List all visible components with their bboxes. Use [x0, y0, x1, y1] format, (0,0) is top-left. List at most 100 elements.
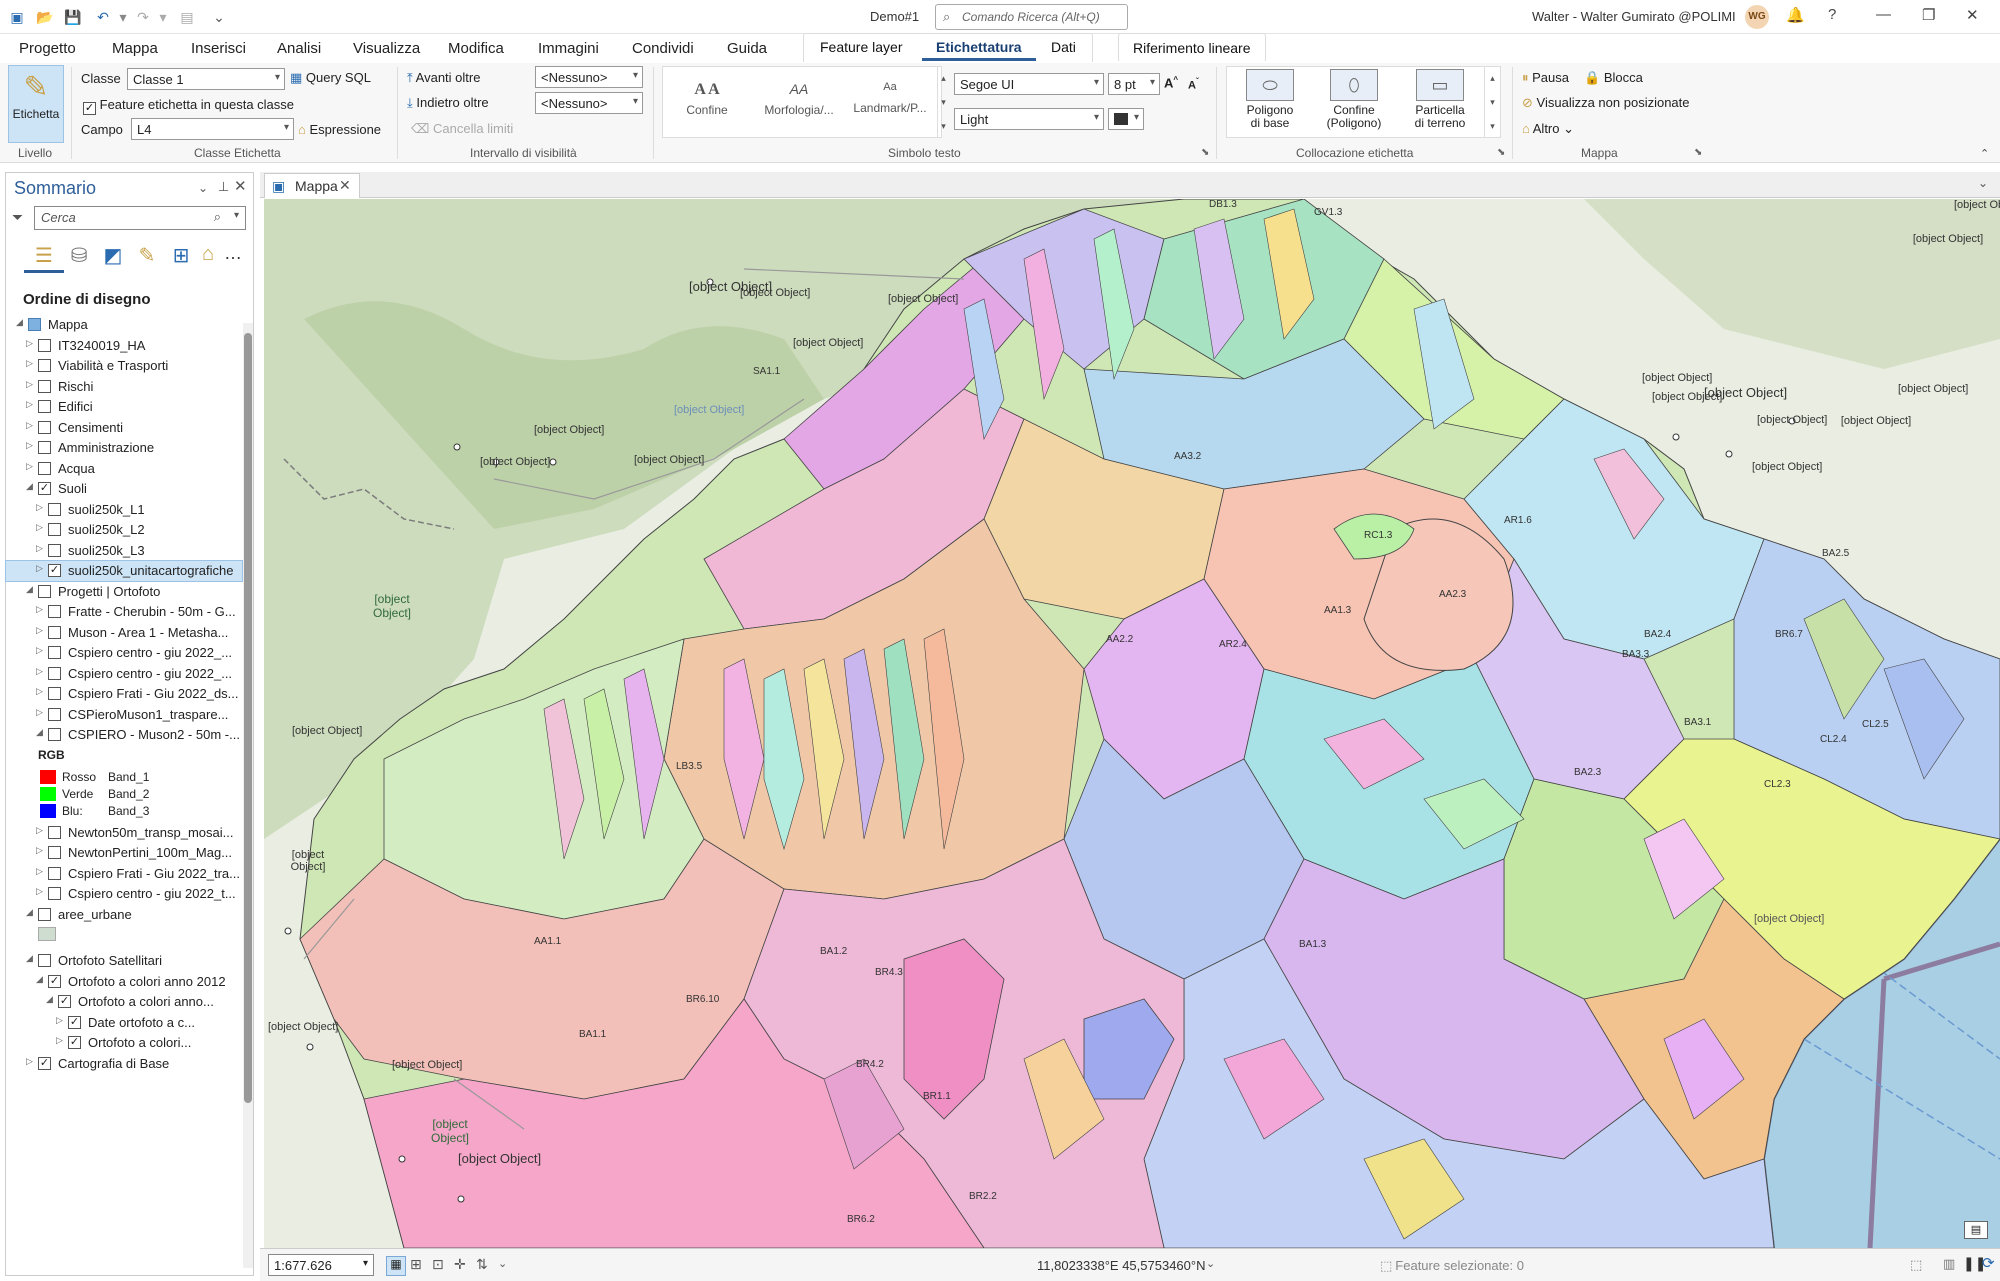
toc-layer-row[interactable]: ▷ ✓ Cartografia di Base — [6, 1054, 242, 1074]
customize-toolbar-icon[interactable]: ⌄ — [210, 8, 228, 26]
list-by-labeling-icon[interactable]: ⌂ — [200, 243, 216, 266]
command-search-input[interactable]: ⌕ Comando Ricerca (Alt+Q) — [935, 4, 1128, 30]
fixed-scale-icon[interactable]: ▦ — [386, 1256, 406, 1276]
style-landmark[interactable]: Aa Landmark/P... — [852, 81, 928, 115]
placement-particella-terreno[interactable]: ▭ Particella di terreno — [1402, 69, 1478, 130]
toc-layer-row[interactable]: ▷ suoli250k_L2 — [6, 520, 242, 540]
toc-layer-row[interactable]: ▷ CSPieroMuson1_traspare... — [6, 705, 242, 725]
toc-layer-row[interactable]: ▷ Rischi — [6, 377, 242, 397]
layer-visibility-checkbox[interactable]: ✓ — [48, 974, 61, 988]
toc-layer-row[interactable]: ◢ ✓ Ortofoto a colori anno 2012 — [6, 972, 242, 992]
toc-layer-row[interactable]: ▷ Cspiero centro - giu 2022_... — [6, 643, 242, 663]
undo-icon[interactable]: ↶ — [94, 8, 112, 26]
indietro-oltre-button[interactable]: ⤓ Indietro oltre — [407, 95, 489, 111]
menu-mappa[interactable]: Mappa — [112, 40, 158, 57]
toc-layer-row[interactable]: ▷ ✓ Ortofoto a colori... — [6, 1033, 242, 1053]
coordinate-format-icon[interactable]: ⌄ — [1206, 1257, 1215, 1270]
collapse-icon[interactable]: ◢ — [46, 994, 53, 1005]
menu-condividi[interactable]: Condividi — [632, 40, 694, 57]
expand-icon[interactable]: ▷ — [26, 358, 33, 369]
layer-visibility-checkbox[interactable] — [48, 707, 61, 721]
query-sql-button[interactable]: ▦ Query SQL — [290, 70, 371, 86]
toc-layer-row[interactable]: ◢ CSPIERO - Muson2 - 50m -... — [6, 725, 242, 745]
grow-font-icon[interactable]: A^ — [1164, 75, 1178, 90]
collapse-icon[interactable]: ◢ — [26, 481, 33, 492]
toc-layer-row[interactable]: ▷ IT3240019_HA — [6, 336, 242, 356]
layer-visibility-checkbox[interactable] — [48, 502, 61, 516]
layer-visibility-checkbox[interactable] — [48, 866, 61, 880]
etichetta-button[interactable]: ✎ Etichetta — [8, 65, 64, 143]
expand-icon[interactable]: ▷ — [36, 645, 43, 656]
expand-icon[interactable]: ▷ — [26, 420, 33, 431]
toc-layer-row[interactable]: ▷ NewtonPertini_100m_Mag... — [6, 843, 242, 863]
expand-icon[interactable]: ▷ — [56, 1015, 63, 1026]
collapse-icon[interactable]: ◢ — [26, 907, 33, 918]
layer-visibility-checkbox[interactable] — [48, 846, 61, 859]
grid-icon[interactable]: ⊞ — [410, 1256, 422, 1273]
toc-layer-row[interactable]: ◢ ✓ Ortofoto a colori anno... — [6, 992, 242, 1012]
layer-visibility-checkbox[interactable]: ✓ — [48, 564, 61, 577]
expand-icon[interactable]: ▷ — [36, 825, 43, 836]
layout-icon[interactable]: ⊡ — [432, 1256, 444, 1273]
tab-dati[interactable]: Dati — [1037, 33, 1090, 61]
collapse-icon[interactable]: ◢ — [36, 974, 43, 985]
layer-visibility-checkbox[interactable] — [38, 441, 51, 454]
expand-icon[interactable]: ▷ — [36, 502, 43, 513]
toc-layer-row[interactable]: ◢ ✓ Suoli — [6, 479, 242, 499]
layer-visibility-checkbox[interactable] — [48, 687, 61, 700]
placement-poligono-base[interactable]: ⬭ Poligono di base — [1232, 69, 1308, 130]
refresh-icon[interactable]: ⟳ — [1982, 1254, 1995, 1272]
list-by-source-icon[interactable]: ⛁ — [64, 243, 94, 268]
restore-button[interactable]: ❐ — [1922, 6, 1935, 24]
toc-layer-row[interactable]: ▷ Acqua — [6, 459, 242, 479]
menu-progetto[interactable]: Progetto — [19, 40, 76, 57]
expand-icon[interactable]: ▷ — [26, 338, 33, 349]
cancella-limiti-button[interactable]: ⌫ Cancella limiti — [411, 121, 513, 137]
collapse-icon[interactable]: ◢ — [36, 727, 43, 738]
layer-visibility-checkbox[interactable]: ✓ — [58, 995, 71, 1008]
tab-mappa[interactable]: ▣ Mappa ✕ — [264, 173, 360, 198]
menu-analisi[interactable]: Analisi — [277, 40, 321, 57]
collapse-ribbon-icon[interactable]: ⌃ — [1980, 147, 1989, 160]
pin-icon[interactable]: ⊥ — [218, 179, 229, 195]
visualizza-non-posizionate-button[interactable]: ⊘ Visualizza non posizionate — [1522, 95, 1690, 111]
scrollbar-thumb[interactable] — [244, 333, 252, 1103]
expand-icon[interactable]: ▷ — [26, 440, 33, 451]
visibility-in-dropdown[interactable]: <Nessuno> — [535, 92, 643, 114]
layer-visibility-checkbox[interactable] — [38, 400, 51, 413]
toc-layer-row[interactable]: ▷ Muson - Area 1 - Metasha... — [6, 623, 242, 643]
redo-dropdown-icon[interactable]: ▾ — [154, 8, 172, 26]
toc-layer-row[interactable]: ▷ Edifici — [6, 397, 242, 417]
toc-layer-row[interactable]: ▷ suoli250k_L1 — [6, 500, 242, 520]
placement-gallery-scroll[interactable]: ▴ ▾ ▾ — [1484, 66, 1500, 138]
menu-modifica[interactable]: Modifica — [448, 40, 504, 57]
list-by-snapping-icon[interactable]: ⊞ — [166, 243, 196, 268]
tab-riferimento-lineare[interactable]: Riferimento lineare — [1118, 33, 1266, 61]
layer-visibility-checkbox[interactable] — [28, 318, 41, 331]
tab-feature-layer[interactable]: Feature layer — [806, 33, 916, 61]
redo-icon[interactable]: ↷ — [134, 8, 152, 26]
toc-layer-row[interactable]: ▷ Fratte - Cherubin - 50m - G... — [6, 602, 242, 622]
expand-icon[interactable]: ▷ — [36, 625, 43, 636]
layer-visibility-checkbox[interactable] — [48, 605, 61, 618]
layer-visibility-checkbox[interactable] — [48, 887, 61, 900]
visibility-out-dropdown[interactable]: <Nessuno> — [535, 66, 643, 88]
font-size-dropdown[interactable]: 8 pt — [1108, 73, 1160, 95]
avanti-oltre-button[interactable]: ⤒ Avanti oltre — [407, 70, 480, 86]
toc-layer-row[interactable]: ▷ ✓ Date ortofoto a c... — [6, 1013, 242, 1033]
layer-visibility-checkbox[interactable] — [48, 646, 61, 659]
close-tab-icon[interactable]: ✕ — [339, 177, 351, 194]
refresh-selection-icon[interactable]: ⬚ — [1910, 1257, 1922, 1273]
menu-guida[interactable]: Guida — [727, 40, 767, 57]
expand-icon[interactable]: ▷ — [56, 1035, 63, 1046]
list-by-drawing-order-icon[interactable]: ☰ — [24, 243, 64, 273]
font-family-dropdown[interactable]: Segoe UI — [954, 73, 1104, 95]
gallery-scroll[interactable]: ▴ ▾ ▾ — [937, 66, 949, 138]
expand-icon[interactable]: ▷ — [36, 563, 43, 574]
show-selection-icon[interactable]: ▥ — [1943, 1256, 1955, 1272]
collapse-icon[interactable]: ◢ — [26, 584, 33, 595]
menu-immagini[interactable]: Immagini — [538, 40, 599, 57]
expand-icon[interactable]: ▷ — [36, 543, 43, 554]
campo-dropdown[interactable]: L4 — [131, 118, 294, 140]
collocazione-launcher-icon[interactable]: ⬊ — [1497, 147, 1505, 158]
